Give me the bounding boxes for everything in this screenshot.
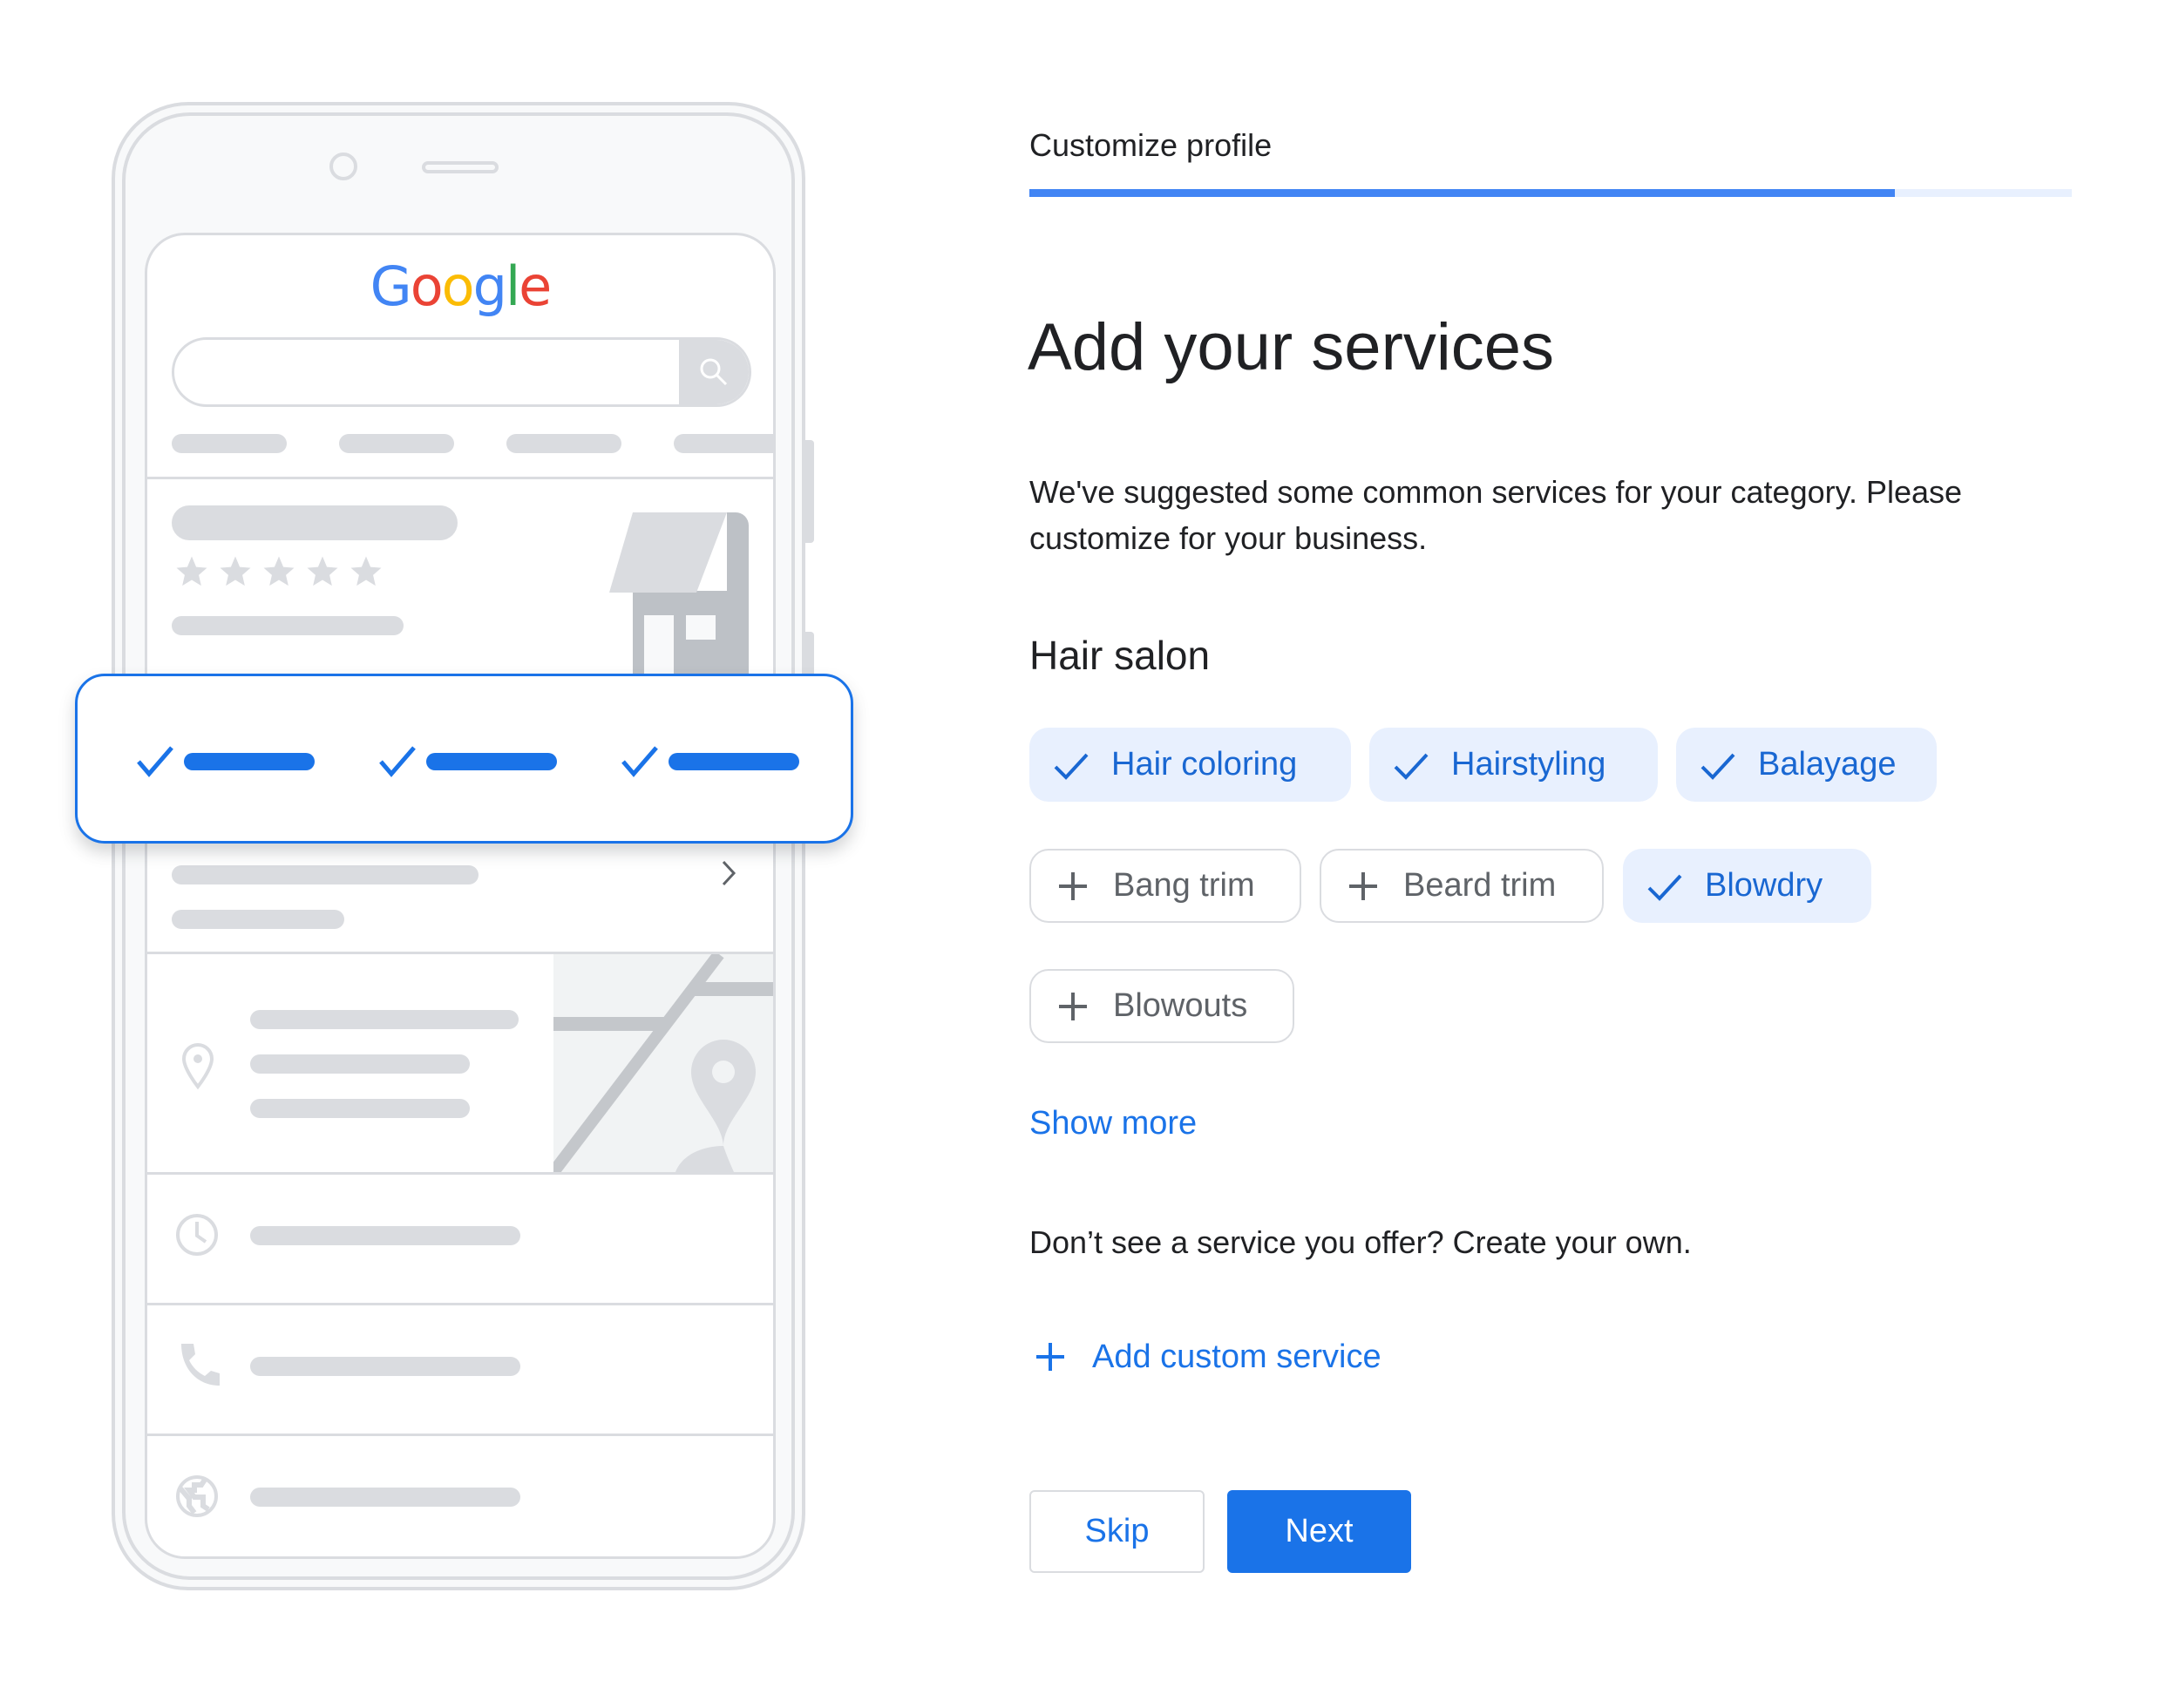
selected-services-card xyxy=(75,674,853,844)
service-chip[interactable]: Beard trim xyxy=(1320,849,1604,923)
chip-label: Blowouts xyxy=(1113,987,1248,1024)
custom-service-prompt: Don’t see a service you offer? Create yo… xyxy=(1029,1224,1692,1260)
progress-bar xyxy=(1029,189,2072,197)
plus-icon xyxy=(1344,867,1382,905)
placeholder-tab xyxy=(172,434,287,453)
chip-label: Blowdry xyxy=(1705,867,1823,904)
plus-icon xyxy=(1349,871,1377,900)
logo-letter: G xyxy=(370,254,412,318)
chevron-right-icon xyxy=(722,860,737,886)
star-icon xyxy=(220,556,251,586)
star-icon xyxy=(307,556,338,586)
logo-letter: e xyxy=(519,254,552,318)
placeholder-line xyxy=(250,1099,470,1118)
star-icon xyxy=(176,556,207,586)
card-item xyxy=(620,744,799,779)
check-icon xyxy=(621,746,658,777)
placeholder-title xyxy=(172,505,458,540)
page-title: Add your services xyxy=(1028,310,1555,384)
add-custom-service-label: Add custom service xyxy=(1092,1338,1381,1375)
clock-icon xyxy=(176,1214,218,1256)
chip-label: Bang trim xyxy=(1113,867,1255,904)
check-icon xyxy=(1700,753,1735,780)
check-icon xyxy=(1054,753,1089,780)
placeholder-tab xyxy=(506,434,621,453)
placeholder-line xyxy=(250,1054,470,1074)
logo-letter: o xyxy=(410,254,444,318)
placeholder-line xyxy=(172,865,479,884)
plus-icon xyxy=(1059,871,1087,900)
page-description: We've suggested some common services for… xyxy=(1029,474,1963,556)
check-icon xyxy=(1394,753,1429,780)
speaker-icon xyxy=(422,161,499,173)
phone-icon xyxy=(181,1344,220,1386)
service-chip[interactable]: Balayage xyxy=(1676,728,1937,802)
placeholder-line xyxy=(250,1226,520,1245)
phone-side-button xyxy=(805,440,814,543)
storefront-icon xyxy=(609,512,749,674)
chip-label: Hair coloring xyxy=(1111,746,1298,783)
logo-letter: o xyxy=(441,254,475,318)
next-button[interactable]: Next xyxy=(1227,1490,1411,1573)
service-chip[interactable]: Hair coloring xyxy=(1029,728,1351,802)
placeholder-line xyxy=(250,1357,520,1376)
globe-icon xyxy=(176,1475,218,1517)
plus-icon xyxy=(1054,867,1092,905)
placeholder-line xyxy=(250,1010,519,1029)
search-icon xyxy=(679,340,749,404)
service-chip[interactable]: Bang trim xyxy=(1029,849,1301,923)
placeholder-tab xyxy=(339,434,454,453)
check-icon xyxy=(1052,746,1090,784)
check-icon xyxy=(137,746,173,777)
placeholder-bar xyxy=(184,753,315,770)
rating-stars xyxy=(173,553,384,590)
divider xyxy=(147,1172,773,1175)
star-icon xyxy=(263,556,295,586)
divider xyxy=(147,1303,773,1305)
skip-button[interactable]: Skip xyxy=(1029,1490,1205,1573)
service-chip[interactable]: Blowouts xyxy=(1029,969,1294,1043)
plus-icon xyxy=(1036,1343,1064,1371)
plus-icon xyxy=(1054,987,1092,1026)
card-item xyxy=(135,744,315,779)
add-custom-service-button[interactable]: Add custom service xyxy=(1029,1338,1381,1376)
chip-label: Balayage xyxy=(1758,746,1897,783)
plus-icon xyxy=(1059,992,1087,1020)
map-thumbnail xyxy=(553,954,773,1172)
location-pin-icon xyxy=(181,1042,214,1090)
progress-fill xyxy=(1029,189,1895,197)
logo-letter: g xyxy=(472,254,507,318)
placeholder-bar xyxy=(669,753,799,770)
divider xyxy=(147,1434,773,1436)
check-icon xyxy=(1646,867,1684,905)
logo-letter: l xyxy=(505,254,520,318)
placeholder-line xyxy=(172,910,344,929)
show-more-link[interactable]: Show more xyxy=(1029,1105,1197,1142)
phone-screen: Google xyxy=(145,233,776,1559)
step-label: Customize profile xyxy=(1029,127,1273,163)
card-item xyxy=(377,744,557,779)
check-icon xyxy=(1699,746,1737,784)
placeholder-line xyxy=(250,1488,520,1507)
star-icon xyxy=(350,556,382,586)
chip-label: Hairstyling xyxy=(1451,746,1606,783)
camera-icon xyxy=(329,152,357,180)
placeholder-line xyxy=(172,616,404,635)
google-logo: Google xyxy=(147,254,773,318)
category-label: Hair salon xyxy=(1029,633,1211,678)
check-icon xyxy=(1392,746,1430,784)
placeholder-tab xyxy=(674,434,773,453)
illustration-search-bar xyxy=(172,337,751,407)
service-chip[interactable]: Blowdry xyxy=(1623,849,1871,923)
chip-label: Beard trim xyxy=(1403,867,1557,904)
divider xyxy=(147,477,773,479)
service-chip[interactable]: Hairstyling xyxy=(1369,728,1658,802)
placeholder-bar xyxy=(426,753,557,770)
check-icon xyxy=(379,746,416,777)
check-icon xyxy=(1647,874,1682,901)
